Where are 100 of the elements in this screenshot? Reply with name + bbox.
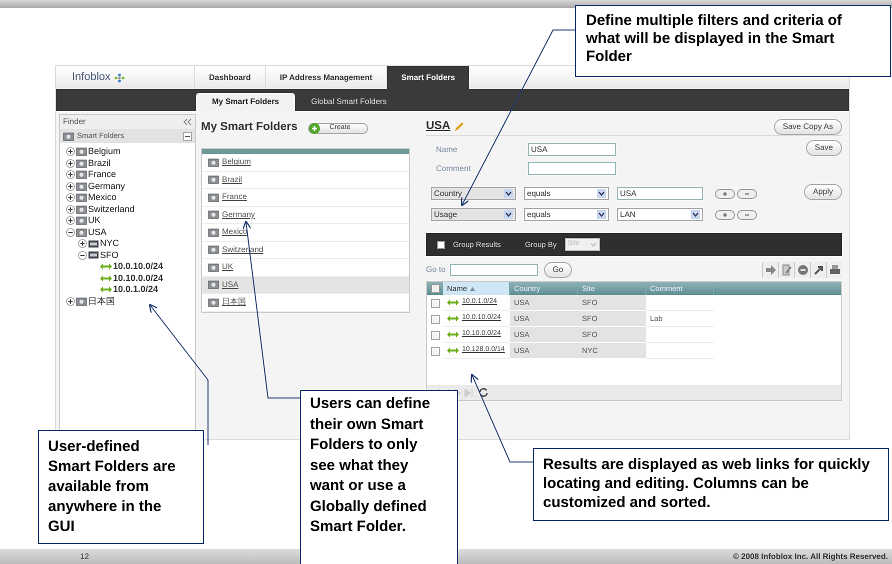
value-select[interactable]: LAN: [617, 208, 703, 221]
smart-folder-icon: [208, 192, 219, 202]
smart-folder-icon: [76, 216, 87, 226]
tree-item[interactable]: UK: [88, 216, 101, 226]
save-button[interactable]: Save: [806, 140, 842, 156]
callout-text: User-defined Smart Folders are available from anywhere in the GUI: [38, 430, 204, 544]
arrow-right-icon[interactable]: [762, 262, 778, 278]
site-icon: [88, 240, 99, 248]
page-number: 12: [80, 550, 89, 562]
goto-label: Go to: [426, 264, 446, 276]
expand-icon[interactable]: [66, 216, 75, 226]
callout-text: Define multiple filters and criteria of what will be displayed in the Smart Folder: [575, 5, 891, 77]
folder-link[interactable]: France: [222, 191, 247, 204]
tree-item[interactable]: NYC: [100, 239, 120, 248]
operator-select[interactable]: equals: [524, 208, 609, 221]
tree-item[interactable]: Brazil: [88, 158, 111, 168]
tree-item[interactable]: France: [88, 170, 116, 180]
smart-folder-icon: [76, 193, 87, 202]
tree-item[interactable]: USA: [88, 228, 107, 237]
folder-link[interactable]: Mexico: [222, 226, 248, 238]
expand-icon[interactable]: [66, 204, 75, 214]
save-copy-button[interactable]: Save Copy As: [774, 118, 842, 134]
expand-icon[interactable]: [66, 193, 75, 202]
row-checkbox[interactable]: [430, 298, 440, 308]
expand-icon[interactable]: [78, 239, 87, 248]
select-value: equals: [527, 190, 551, 198]
tree-item[interactable]: 10.0.1.0/24: [113, 285, 158, 294]
folder-row[interactable]: Brazil: [202, 172, 409, 189]
tree-item[interactable]: Germany: [88, 182, 126, 191]
minimize-icon[interactable]: [183, 132, 192, 140]
folder-link[interactable]: USA: [222, 278, 238, 291]
network-icon: [100, 274, 112, 282]
tree-item[interactable]: 10.0.10.0/24: [113, 262, 164, 272]
collapse-icon[interactable]: [66, 228, 75, 237]
smart-folder-icon: [76, 228, 87, 237]
edit-icon[interactable]: [778, 262, 794, 278]
name-field[interactable]: USA: [528, 143, 616, 156]
apply-button[interactable]: Apply: [804, 184, 842, 200]
field-select[interactable]: Country: [431, 187, 516, 200]
smart-folder-icon: [208, 262, 219, 272]
dropdown-caret-icon: [597, 210, 606, 219]
dropdown-caret-icon: [504, 189, 513, 198]
field-select[interactable]: Usage: [431, 208, 516, 221]
add-filter-button[interactable]: [715, 210, 735, 220]
smart-folder-icon: [208, 245, 219, 254]
export-icon[interactable]: [810, 262, 826, 278]
smart-folder-icon: [76, 170, 87, 180]
smart-folder-icon: [76, 204, 87, 214]
sub-tab[interactable]: My Smart Folders: [196, 93, 296, 111]
folder-link[interactable]: UK: [222, 261, 234, 274]
field-label: Comment: [436, 162, 472, 174]
group-checkbox[interactable]: [437, 240, 445, 248]
smart-folder-icon: [76, 147, 87, 156]
sub-tab[interactable]: Global Smart Folders: [295, 93, 403, 111]
operator-select[interactable]: equals: [524, 187, 609, 200]
folder-row[interactable]: Mexico: [202, 224, 409, 242]
smart-folder-icon: [208, 158, 219, 167]
folder-row[interactable]: France: [202, 189, 409, 206]
row-checkbox[interactable]: [430, 314, 440, 324]
tree-item[interactable]: SFO: [100, 250, 119, 260]
tree-item[interactable]: 10.10.0.0/24: [113, 274, 164, 283]
field-label: Name: [436, 144, 458, 156]
expand-icon[interactable]: [66, 170, 75, 180]
dropdown-caret-icon: [691, 210, 700, 219]
refresh-icon[interactable]: [479, 388, 488, 397]
go-button[interactable]: Go: [544, 262, 572, 278]
add-filter-button[interactable]: [715, 188, 735, 198]
network-icon: [447, 331, 459, 338]
value-field[interactable]: USA: [617, 187, 703, 200]
delete-icon[interactable]: [794, 262, 810, 278]
logo-dots-icon: [114, 72, 125, 82]
folder-row[interactable]: Germany: [202, 206, 409, 224]
expand-icon[interactable]: [66, 296, 75, 306]
print-icon[interactable]: [826, 262, 842, 278]
dropdown-caret-icon: [504, 210, 513, 219]
tree-item[interactable]: Switzerland: [88, 204, 135, 214]
tree-item[interactable]: Belgium: [88, 147, 121, 156]
folder-row[interactable]: USA: [202, 276, 409, 294]
row-checkbox[interactable]: [430, 330, 440, 340]
network-icon: [100, 263, 112, 270]
collapse-icon[interactable]: [78, 250, 87, 260]
pager-arrows-icon[interactable]: [431, 388, 475, 396]
logo-text: Infoblox: [72, 70, 111, 86]
expand-icon[interactable]: [66, 147, 75, 156]
folder-row[interactable]: Belgium: [202, 154, 409, 172]
goto-field[interactable]: [450, 264, 538, 276]
tree-item[interactable]: Mexico: [88, 193, 117, 202]
folder-link[interactable]: Germany: [222, 208, 255, 221]
folder-row[interactable]: 日本国: [202, 294, 409, 312]
nav-tab[interactable]: Smart Folders: [386, 66, 470, 89]
expand-icon[interactable]: [66, 158, 75, 168]
comment-field[interactable]: [528, 162, 616, 175]
collapse-panel-icon[interactable]: [183, 118, 192, 126]
select-all-checkbox[interactable]: [430, 284, 440, 293]
expand-icon[interactable]: [66, 182, 75, 191]
folder-link[interactable]: Brazil: [222, 174, 242, 186]
folder-link[interactable]: 日本国: [222, 296, 246, 308]
row-checkbox[interactable]: [430, 346, 440, 356]
tree-item[interactable]: 日本国: [88, 296, 115, 306]
folder-link[interactable]: Belgium: [222, 156, 251, 168]
